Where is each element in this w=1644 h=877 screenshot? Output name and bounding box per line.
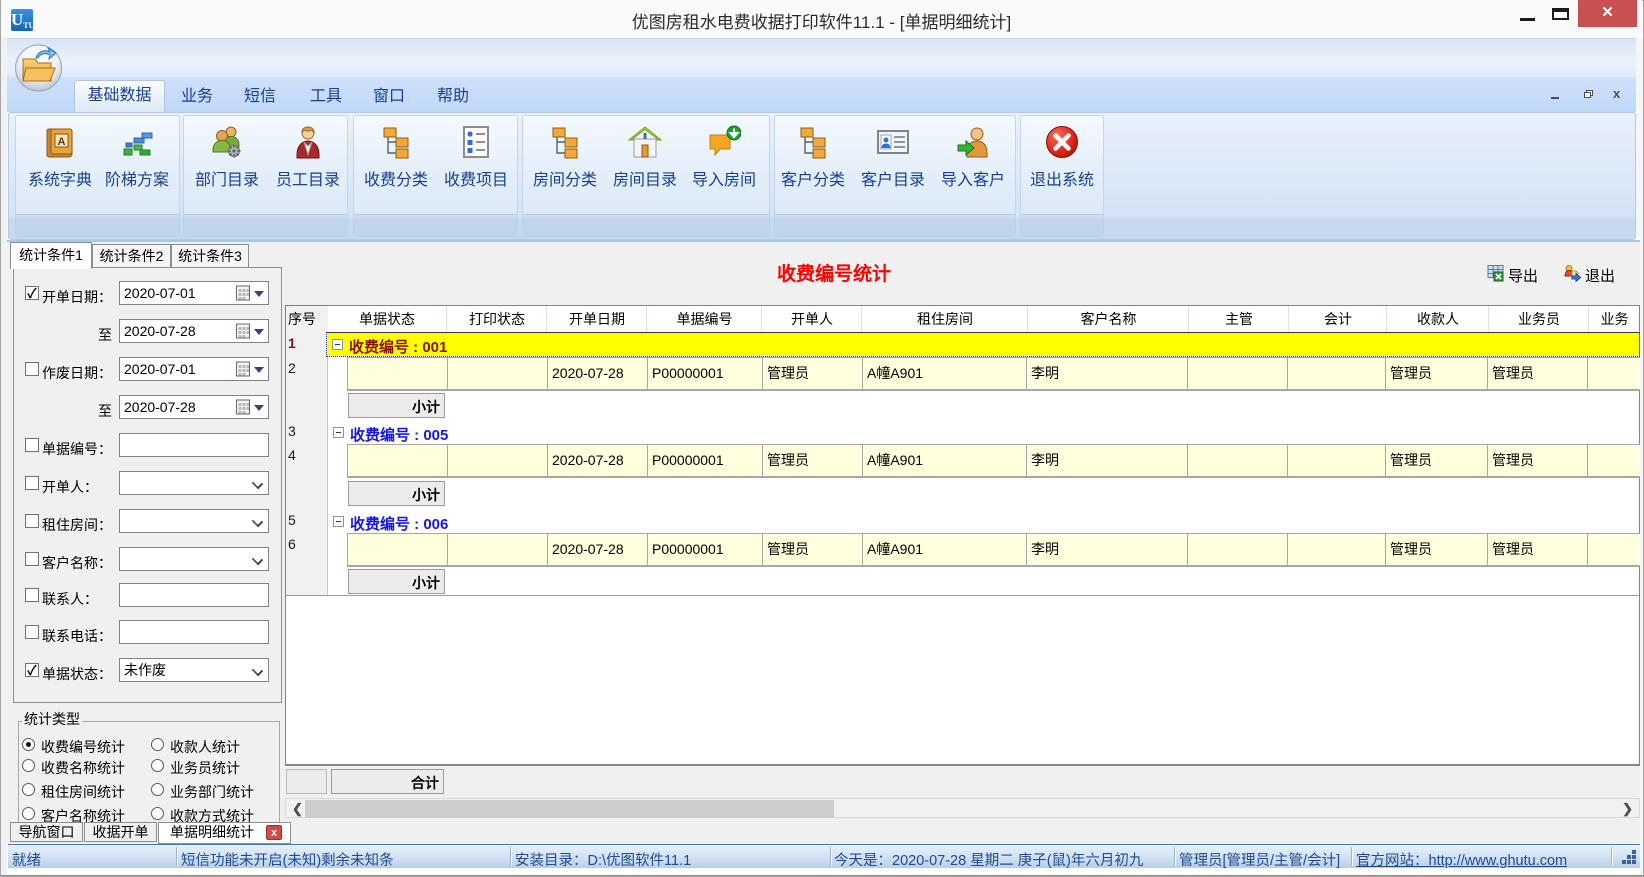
svg-text:A: A	[58, 136, 66, 148]
